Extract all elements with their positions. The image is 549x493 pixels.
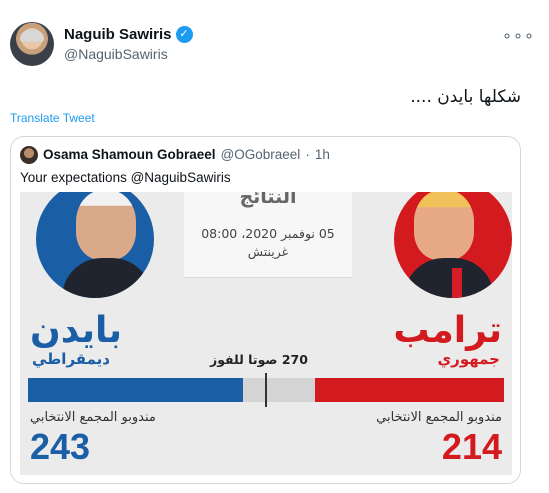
author-row: Naguib Sawiris ✓ xyxy=(64,26,193,43)
author-handle[interactable]: @NaguibSawiris xyxy=(64,46,168,62)
quoted-tweet[interactable]: Osama Shamoun Gobraeel @OGobraeel · 1h Y… xyxy=(10,136,521,484)
threshold-marker xyxy=(265,373,267,407)
electoral-vote-bar xyxy=(28,373,504,407)
biden-electoral-votes: 243 xyxy=(30,426,91,467)
results-timezone: غرينتش xyxy=(247,244,289,259)
trump-photo xyxy=(394,192,512,298)
translate-tweet-link[interactable]: Translate Tweet xyxy=(10,111,95,125)
biden-electors-label: مندوبو المجمع الانتخابي xyxy=(30,410,156,425)
results-date: 05 نوفمبر 2020، 08:00 xyxy=(201,226,335,241)
biden-bar-segment xyxy=(28,378,243,402)
tweet-text: شكلها بايدن .... xyxy=(410,87,521,107)
results-header-panel: النتائج 05 نوفمبر 2020، 08:00 غرينتش xyxy=(184,192,352,278)
biden-party: ديمقراطي xyxy=(32,350,110,368)
quoted-text: Your expectations @NaguibSawiris xyxy=(20,170,231,185)
quoted-header: Osama Shamoun Gobraeel @OGobraeel · 1h xyxy=(43,147,330,162)
biden-name: بايدن xyxy=(30,310,123,351)
trump-electors-label: مندوبو المجمع الانتخابي xyxy=(376,410,502,425)
trump-party: جمهوري xyxy=(437,350,500,368)
trump-electoral-votes: 214 xyxy=(441,426,502,467)
separator-dot: · xyxy=(305,147,310,162)
trump-bar-segment xyxy=(314,378,504,402)
results-title: النتائج xyxy=(239,192,297,208)
trump-name: ترامب xyxy=(393,310,502,351)
biden-head xyxy=(76,192,136,260)
author-name[interactable]: Naguib Sawiris xyxy=(64,26,172,43)
quoted-author-name: Osama Shamoun Gobraeel xyxy=(43,147,216,162)
biden-suit xyxy=(62,258,152,298)
biden-photo xyxy=(36,192,154,298)
quoted-author-handle: @OGobraeel xyxy=(220,147,301,162)
trump-tie xyxy=(452,268,462,298)
quoted-avatar[interactable] xyxy=(20,146,38,164)
election-results-image[interactable]: النتائج 05 نوفمبر 2020، 08:00 غرينتش باي… xyxy=(20,192,512,475)
tweet: Naguib Sawiris ✓ @NaguibSawiris ∘∘∘ شكله… xyxy=(0,0,549,493)
quoted-timestamp[interactable]: 1h xyxy=(315,147,330,162)
win-threshold-label: 270 صوتا للفوز xyxy=(210,352,308,367)
verified-badge-icon: ✓ xyxy=(175,26,193,43)
trump-suit xyxy=(404,258,494,298)
trump-head xyxy=(414,192,474,260)
more-options-icon[interactable]: ∘∘∘ xyxy=(502,26,535,46)
avatar[interactable] xyxy=(10,22,54,66)
